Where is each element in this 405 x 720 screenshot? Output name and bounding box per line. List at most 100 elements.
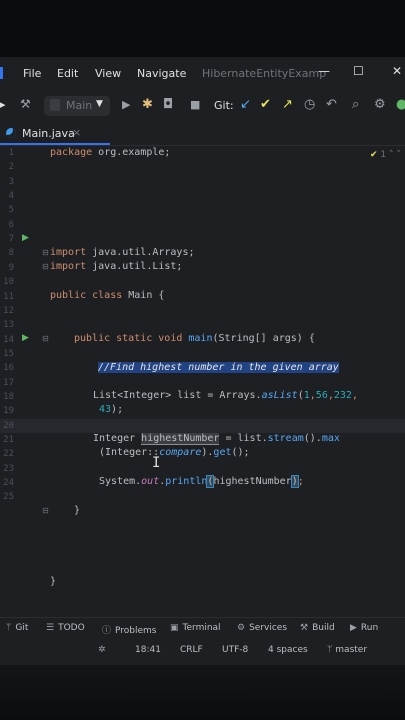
config-file-icon (50, 99, 60, 111)
tool-label: Git (15, 623, 29, 633)
git-branch-widget[interactable]: ᛘ master (327, 645, 367, 655)
code-line-16-cont: (Integer::compare).get(); (99, 447, 250, 458)
tool-label: TODO (58, 623, 85, 633)
keyword: public class (50, 290, 123, 301)
code-editor[interactable]: ✔ 1 ˄ ˅ 1 2 3 4 5 6 7 8 9 10 11 12 13 14 15 16 17 18 19 20 2… (0, 145, 405, 610)
tab-main-java[interactable]: Main.java × (0, 123, 110, 145)
code-text: java.util.Arrays; (86, 247, 195, 258)
indexing-icon[interactable]: ✲ (98, 645, 106, 655)
code-text: (). (303, 433, 322, 444)
code-text: Integer (93, 433, 142, 444)
code-text: (String[] args) { (212, 333, 315, 344)
line-number: 24 (3, 478, 14, 489)
code-text: (Integer:: (99, 447, 160, 458)
rollback-icon[interactable]: ↶ (326, 97, 337, 112)
line-number: 12 (3, 305, 14, 316)
git-label: Git: (214, 99, 234, 112)
code-text: (); (231, 447, 250, 458)
tool-run[interactable]: ▶ Run (350, 623, 378, 633)
indent-setting[interactable]: 4 spaces (268, 645, 308, 655)
menu-navigate[interactable]: Navigate (137, 67, 186, 80)
close-window-icon[interactable]: ✕ (392, 64, 402, 78)
services-icon: ⚙ (237, 623, 246, 633)
code-line-14-cont: 43); (99, 404, 123, 415)
file-encoding[interactable]: UTF-8 (222, 645, 248, 655)
keyword: import (50, 247, 87, 258)
problems-icon: ⓘ (102, 626, 112, 636)
plugin-status-icon[interactable]: ● (396, 97, 405, 112)
line-number: 1 (8, 148, 14, 158)
fold-icon[interactable]: ⊟ (42, 334, 49, 343)
line-number: 13 (3, 320, 14, 331)
debug-bug-icon[interactable]: ✱ (142, 97, 153, 112)
line-number: 11 (3, 291, 14, 302)
git-branch-icon: ᛘ (6, 623, 12, 633)
menu-edit[interactable]: Edit (57, 67, 78, 80)
fold-icon[interactable]: ⊟ (42, 262, 49, 271)
coverage-icon[interactable]: ◘ (163, 97, 173, 112)
code-line-16: Integer highestNumber = list.stream().ma… (93, 433, 340, 445)
maximize-icon[interactable]: ☐ (353, 64, 364, 78)
code-text: } (74, 505, 81, 516)
inspection-widget[interactable]: ✔ 1 ˄ ˅ (370, 150, 401, 160)
search-icon[interactable]: ⌕ (352, 97, 359, 112)
minimize-icon[interactable]: — (318, 64, 330, 78)
fold-icon[interactable]: ⊟ (42, 248, 49, 257)
caret-position[interactable]: 18:41 (135, 645, 161, 655)
settings-gear-icon[interactable]: ⚙ (374, 97, 386, 112)
fold-icon[interactable]: ⊟ (42, 506, 49, 515)
line-separator[interactable]: CRLF (180, 645, 203, 655)
tool-services[interactable]: ⚙ Services (237, 623, 287, 633)
run-class-icon[interactable]: ▶ (22, 233, 29, 243)
tab-label: Main.java (22, 127, 75, 140)
line-number: 15 (3, 348, 14, 359)
line-number: 8 (8, 248, 14, 259)
tool-label: Problems (115, 626, 157, 636)
line-number: 25 (3, 492, 14, 503)
tool-terminal[interactable]: ▣ Terminal (170, 623, 221, 633)
tool-label: Build (312, 623, 335, 633)
code-line-4: import java.util.Arrays; (50, 247, 195, 258)
tool-build[interactable]: ⚒ Build (300, 623, 335, 633)
static-field: out (141, 476, 160, 487)
code-text: ). (201, 447, 214, 458)
git-commit-icon[interactable]: ✔ (260, 97, 271, 112)
tool-todo[interactable]: ☰ TODO (46, 623, 85, 633)
run-main-icon[interactable]: ▶ (22, 333, 29, 343)
build-hammer-icon[interactable]: ⚒ (20, 97, 31, 111)
git-update-icon[interactable]: ↙ (240, 97, 251, 112)
code-text: = list. (219, 433, 268, 444)
line-number: 17 (3, 377, 14, 388)
menu-file[interactable]: File (23, 67, 41, 80)
run-icon[interactable]: ▶ (122, 98, 130, 111)
branch-name: master (335, 645, 368, 655)
stop-icon[interactable]: ■ (190, 98, 200, 111)
keyword: import (50, 261, 87, 272)
warning-check-icon: ✔ (370, 150, 378, 160)
line-number: 10 (3, 277, 14, 288)
number-literal: 56 (315, 390, 328, 401)
line-number: 6 (8, 219, 14, 230)
menu-view[interactable]: View (95, 67, 121, 80)
line-number: 2 (8, 162, 14, 173)
semicolon: ; (297, 476, 304, 487)
code-text: Main { (122, 290, 165, 301)
arrow-right-icon[interactable]: ▸ (0, 98, 6, 111)
menu-bar: File Edit View Navigate HibernateEntityE… (0, 57, 405, 89)
code-text: org.example; (92, 147, 171, 158)
keyword: package (50, 147, 93, 158)
line-number: 9 (8, 262, 14, 273)
app-logo-icon (0, 67, 3, 79)
tab-close-icon[interactable]: × (72, 126, 81, 139)
tool-git[interactable]: ᛘ Git (6, 623, 28, 633)
branch-icon: ᛘ (327, 645, 333, 655)
keyword: public static void (74, 333, 183, 344)
git-push-icon[interactable]: ↗ (282, 97, 293, 112)
history-icon[interactable]: ◷ (304, 97, 315, 112)
terminal-icon: ▣ (170, 623, 179, 633)
tool-problems[interactable]: ⓘ Problems (102, 623, 157, 636)
code-text: List<Integer> list = Arrays. (93, 390, 262, 401)
ide-window: File Edit View Navigate HibernateEntityE… (0, 57, 405, 665)
variable-highlight: highestNumber (141, 433, 220, 445)
run-config-selector[interactable]: Main ▼ (44, 96, 110, 116)
